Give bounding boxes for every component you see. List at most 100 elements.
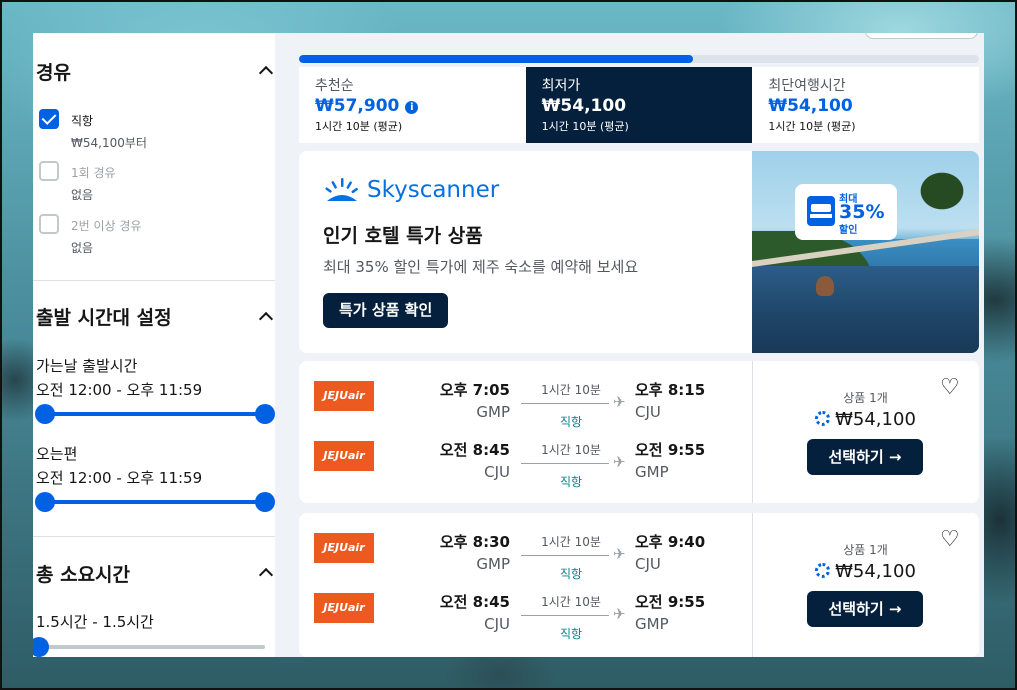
airline-logo: JEJUair [314,533,374,563]
two-plus-stops-option-price: 없음 [71,241,94,255]
one-stop-option-price: 없음 [71,188,94,202]
select-button[interactable]: 선택하기 → [807,591,923,627]
airline-logo: JEJUair [314,441,374,471]
loading-icon [815,563,831,578]
tab-duration: 1시간 10분 (평균) [541,120,629,133]
bed-icon [807,196,835,226]
price-value: ₩54,100 [835,409,916,430]
two-plus-stops-checkbox[interactable] [39,214,59,234]
duration-filter-title: 총 소요시간 [36,564,131,586]
tab-cheapest[interactable]: 최저가 ₩54,100 1시간 10분 (평균) [525,67,753,143]
tab-recommended[interactable]: 추천순 ₩57,900 i 1시간 10분 (평균) [299,67,526,143]
departure-time: 오전 8:45 [439,441,510,459]
card-divider [752,513,753,657]
one-stop-checkbox[interactable] [39,161,59,181]
flight-result-card[interactable]: JEJUair 오후 8:30 GMP 1시간 10분 ✈ 직항 오후 9:40… [299,513,979,657]
tab-label: 최단여행시간 [768,78,846,94]
duration-slider-track [45,645,265,649]
departure-airport: GMP [476,403,510,421]
stops-label: 직항 [559,627,583,641]
heart-icon[interactable]: ♡ [940,527,960,552]
inbound-time-label: 오는편 [36,445,78,463]
departure-time-filter-title: 출발 시간대 설정 [36,307,172,329]
route-line [521,555,609,556]
stops-label: 직항 [559,567,583,581]
price-value: ₩54,100 [835,561,916,582]
inbound-time-slider-max-handle[interactable] [255,492,275,512]
inbound-time-slider-track [45,500,265,504]
ad-title: 인기 호텔 특가 상품 [323,225,483,247]
direct-option-label: 직항 [71,114,94,128]
outbound-time-range: 오전 12:00 - 오후 11:59 [36,381,203,399]
two-plus-stops-option-label: 2번 이상 경유 [71,219,142,233]
chevron-up-icon[interactable] [258,65,274,81]
departure-airport: CJU [484,463,510,481]
card-divider [752,361,753,503]
route-line [521,403,609,404]
photo-pool [752,266,979,353]
departure-time: 오후 8:30 [439,533,510,551]
one-stop-option-label: 1회 경유 [71,166,116,180]
arrival-time: 오전 9:55 [635,593,706,611]
view-deals-button[interactable]: 특가 상품 확인 [323,293,449,328]
flight-leg-return: JEJUair 오전 8:45 CJU 1시간 10분 ✈ 직항 오전 9:55… [299,441,752,501]
hotel-pool-photo: 최대 35% 할인 [752,151,979,353]
flight-duration: 1시간 10분 [541,443,601,457]
tab-fastest[interactable]: 최단여행시간 ₩54,100 1시간 10분 (평균) [752,67,979,143]
discount-badge: 최대 35% 할인 [795,184,897,240]
flight-leg-outbound: JEJUair 오후 7:05 GMP 1시간 10분 ✈ 직항 오후 8:15… [299,381,752,441]
skyscanner-logo: Skyscanner [323,175,499,205]
tab-duration: 1시간 10분 (평균) [768,120,856,133]
sunrise-icon [325,178,358,201]
results-panel: 추천순 ₩57,900 i 1시간 10분 (평균) 최저가 ₩54,100 1시… [299,33,984,657]
heart-icon[interactable]: ♡ [940,375,960,400]
direct-option-price: ₩54,100부터 [71,136,147,150]
inbound-time-slider-min-handle[interactable] [35,492,55,512]
inbound-time-range: 오전 12:00 - 오후 11:59 [36,469,203,487]
flight-leg-outbound: JEJUair 오후 8:30 GMP 1시간 10분 ✈ 직항 오후 9:40… [299,533,752,593]
tab-price-value: ₩57,900 [315,96,400,116]
search-progress-fill [299,55,694,63]
stops-label: 직항 [559,415,583,429]
flight-duration: 1시간 10분 [541,535,601,549]
tab-duration: 1시간 10분 (평균) [315,120,403,133]
tab-label: 추천순 [315,78,354,94]
departure-airport: CJU [484,615,510,633]
divider [33,536,275,537]
stops-filter-title: 경유 [36,62,71,84]
photo-person [816,276,834,296]
flight-result-card[interactable]: JEJUair 오후 7:05 GMP 1시간 10분 ✈ 직항 오후 8:15… [299,361,979,503]
info-icon[interactable]: i [405,101,419,114]
arrival-airport: GMP [635,615,669,633]
departure-time: 오후 7:05 [439,381,510,399]
plane-icon: ✈ [613,393,626,411]
sort-dropdown[interactable] [865,33,978,39]
brand-name: Skyscanner [367,177,500,203]
filter-sidebar: 경유 직항 ₩54,100부터 1회 경유 없음 2번 이상 경유 없음 출발 … [33,33,275,657]
flight-duration: 1시간 10분 [541,595,601,609]
route-line [521,463,609,464]
tab-label: 최저가 [541,78,581,94]
stops-label: 직항 [559,475,583,489]
tab-price: ₩57,900 i [315,96,526,116]
loading-icon [815,411,831,426]
outbound-time-slider-min-handle[interactable] [35,404,55,424]
duration-slider-handle[interactable] [33,637,49,657]
price: ₩54,100 [752,561,979,582]
divider [33,280,275,281]
direct-checkbox[interactable] [39,109,59,129]
plane-icon: ✈ [613,605,626,623]
airline-logo: JEJUair [314,381,374,411]
arrival-airport: CJU [635,403,661,421]
hotel-deal-ad: Skyscanner 인기 호텔 특가 상품 최대 35% 할인 특가에 제주 … [299,151,979,353]
tab-price: ₩54,100 [541,96,627,116]
outbound-time-slider-max-handle[interactable] [255,404,275,424]
select-button[interactable]: 선택하기 → [807,439,923,475]
arrival-airport: CJU [635,555,661,573]
arrival-time: 오전 9:55 [635,441,706,459]
chevron-up-icon[interactable] [258,311,274,327]
arrival-time: 오후 9:40 [635,533,706,551]
ad-subtitle: 최대 35% 할인 특가에 제주 숙소를 예약해 보세요 [323,258,639,276]
plane-icon: ✈ [613,545,626,563]
chevron-up-icon[interactable] [258,567,274,583]
